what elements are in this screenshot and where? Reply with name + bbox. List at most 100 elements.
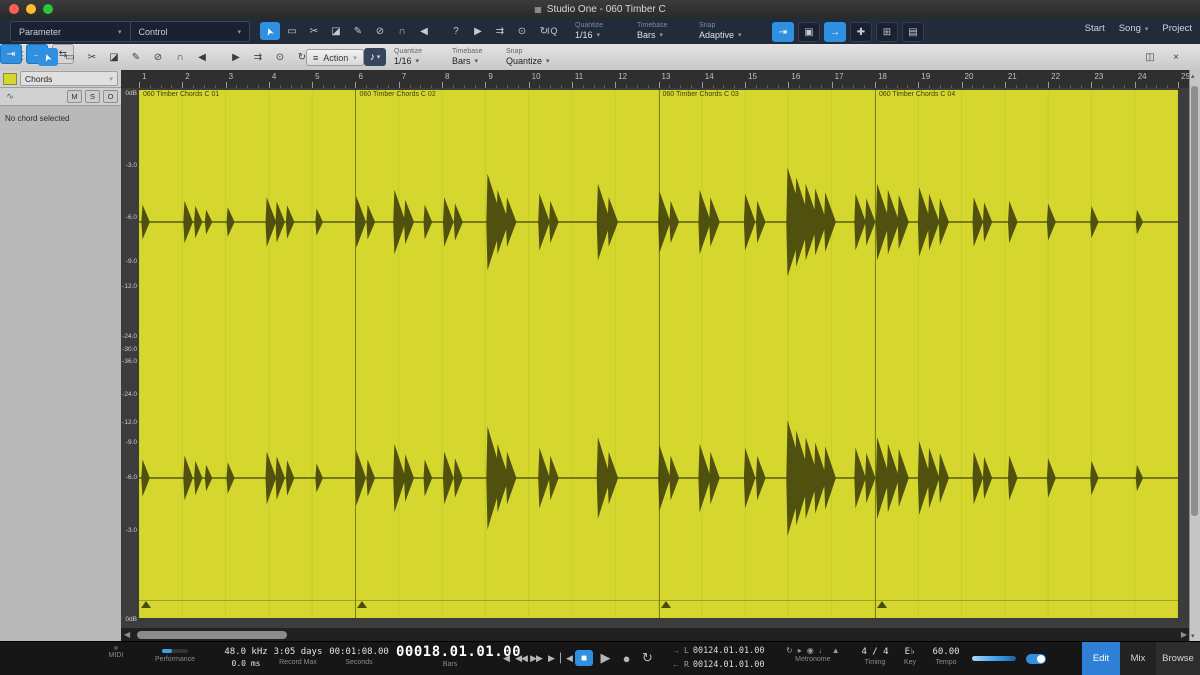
volume-tool[interactable]: ◀ bbox=[192, 48, 212, 66]
monitor-toggle[interactable] bbox=[1026, 654, 1046, 664]
record-button[interactable]: ● bbox=[617, 649, 635, 667]
click-icon[interactable]: ♩ bbox=[819, 646, 827, 655]
scroll-down-icon[interactable]: ▾ bbox=[1191, 632, 1195, 640]
zoom-window-button[interactable] bbox=[43, 4, 53, 14]
dock-icon[interactable]: ▣ bbox=[798, 22, 820, 42]
listen-tool[interactable]: ∩ bbox=[170, 48, 190, 66]
arrow-tool[interactable]: ➤ bbox=[260, 22, 280, 40]
rewind-button[interactable]: ◀◀ bbox=[515, 649, 528, 667]
arrow-tool[interactable]: ➤ bbox=[38, 48, 58, 66]
browse-view-button[interactable]: Browse bbox=[1156, 642, 1200, 675]
off-button[interactable]: O bbox=[103, 90, 118, 103]
project-page-button[interactable]: Project bbox=[1162, 23, 1192, 34]
vertical-scroll-thumb[interactable] bbox=[1191, 86, 1198, 516]
horizontal-scroll-thumb[interactable] bbox=[137, 631, 287, 639]
time-signature-display[interactable]: 4 / 4 Timing bbox=[858, 646, 892, 668]
mix-view-button[interactable]: Mix bbox=[1120, 642, 1156, 675]
action-loop-icon: ↻ bbox=[297, 51, 307, 63]
precount-icon[interactable]: ▸ bbox=[798, 646, 802, 655]
listen-tool[interactable]: ∩ bbox=[392, 22, 412, 40]
editor-quantize-dropdown[interactable]: Quantize 1/16 ▾ bbox=[394, 47, 422, 66]
dock-panel-icon[interactable]: ◫ bbox=[1140, 48, 1160, 66]
range-tool[interactable]: ▭ bbox=[282, 22, 302, 40]
prev-marker-button[interactable]: ◀ bbox=[500, 649, 512, 667]
scroll-left-icon[interactable]: ◀ bbox=[124, 630, 130, 639]
record-max-display: 3:05 days Record Max bbox=[272, 646, 324, 668]
close-icon[interactable]: × bbox=[1166, 48, 1186, 66]
keyboard-icon[interactable]: ▤ bbox=[902, 22, 924, 42]
quantize-dropdown[interactable]: Quantize 1/16 ▾ bbox=[575, 21, 603, 41]
action-menu-button[interactable]: ≡ Action ▾ bbox=[306, 49, 364, 66]
start-page-button[interactable]: Start bbox=[1085, 23, 1105, 34]
play-from-cursor-icon[interactable]: ▶ bbox=[468, 22, 488, 40]
close-window-button[interactable] bbox=[9, 4, 19, 14]
split-tool[interactable]: ✂ bbox=[82, 48, 102, 66]
edit-view-button[interactable]: Edit bbox=[1082, 642, 1120, 675]
solo-button[interactable]: S bbox=[85, 90, 100, 103]
parameter-dropdown[interactable]: Parameter ▾ bbox=[11, 22, 131, 41]
grid-layout-icon[interactable]: ⊞ bbox=[876, 22, 898, 42]
eraser-tool[interactable]: ◪ bbox=[104, 48, 124, 66]
track-name-dropdown[interactable]: Chords ▾ bbox=[20, 71, 118, 86]
autoscroll-icon[interactable]: ⇉ bbox=[248, 48, 268, 66]
loop-button[interactable]: ↻ bbox=[638, 649, 656, 667]
stop-button[interactable]: ■ bbox=[575, 650, 593, 666]
output-level-slider[interactable] bbox=[972, 656, 1016, 661]
crosshair-icon[interactable]: ✚ bbox=[850, 22, 872, 42]
snap-dropdown[interactable]: Snap Adaptive ▾ bbox=[699, 21, 742, 41]
drag-handle-icon[interactable]: ⋮⋮ bbox=[6, 49, 28, 62]
performance-meter[interactable]: Performance bbox=[138, 646, 212, 665]
main-time-display[interactable]: 00018.01.01.00 Bars bbox=[396, 645, 521, 670]
zoom-icon[interactable]: ⊙ bbox=[512, 22, 532, 40]
metronome-section[interactable]: ↻ ▸ ◉ ♩ ▲ Metronome bbox=[786, 646, 840, 665]
zoom-icon[interactable]: ⊙ bbox=[270, 48, 290, 66]
scroll-up-icon[interactable]: ▴ bbox=[1191, 72, 1195, 80]
loop-right-value: 00124.01.01.00 bbox=[692, 660, 765, 670]
snap-toggle-icon[interactable]: ⇥ bbox=[772, 22, 794, 42]
tap-tempo-icon[interactable]: ↻ bbox=[786, 646, 793, 655]
vertical-scrollbar[interactable]: ▴ ▾ bbox=[1189, 70, 1200, 642]
split-tool[interactable]: ✂ bbox=[304, 22, 324, 40]
editor-timebase-dropdown[interactable]: Timebase Bars ▾ bbox=[452, 47, 482, 66]
audio-event-lane[interactable]: 060 Timber Chords C 01 060 Timber Chords … bbox=[139, 90, 1178, 618]
track-color-chip[interactable] bbox=[3, 72, 17, 85]
timebase-dropdown[interactable]: Timebase Bars ▾ bbox=[637, 21, 667, 41]
secondary-time-display[interactable]: 00:01:08.00 Seconds bbox=[328, 646, 390, 668]
mute-tool[interactable]: ⊘ bbox=[148, 48, 168, 66]
loop-locators[interactable]: → L 00124.01.01.00 ← R 00124.01.01.00 bbox=[672, 644, 764, 672]
mute-button[interactable]: M bbox=[67, 90, 82, 103]
accent-icon[interactable]: ▲ bbox=[832, 646, 840, 655]
volume-tool[interactable]: ◀ bbox=[414, 22, 434, 40]
event-fade-handle[interactable] bbox=[357, 601, 368, 608]
next-marker-button[interactable]: ▶ bbox=[545, 649, 557, 667]
play-button[interactable]: ▶ bbox=[596, 649, 614, 667]
mute-tool[interactable]: ⊘ bbox=[370, 22, 390, 40]
key-display[interactable]: E♭ Key bbox=[898, 646, 922, 668]
song-page-button[interactable]: Song ▾ bbox=[1119, 23, 1149, 34]
quantize-note-button[interactable]: ♪ ▾ bbox=[364, 48, 386, 66]
help-icon[interactable]: ? bbox=[446, 22, 466, 40]
follow-playhead-icon[interactable]: → bbox=[824, 22, 846, 42]
scroll-right-icon[interactable]: ▶ bbox=[1181, 630, 1187, 639]
paint-tool[interactable]: ✎ bbox=[348, 22, 368, 40]
paint-tool[interactable]: ✎ bbox=[126, 48, 146, 66]
event-fade-handle[interactable] bbox=[876, 601, 887, 608]
metronome-record-icon[interactable]: ◉ bbox=[807, 646, 814, 655]
tempo-display[interactable]: 60.00 Tempo bbox=[926, 646, 966, 668]
eraser-tool[interactable]: ◪ bbox=[326, 22, 346, 40]
db-scale: 0dB 0dB -3.0 -6.0 -9.0 -12.0 -24.0 -30.0 -36.0 -2… bbox=[121, 88, 139, 628]
event-fade-handle[interactable] bbox=[141, 601, 151, 608]
input-quantize-button[interactable]: IQ bbox=[547, 26, 559, 36]
db-scale-label: -9.0 bbox=[125, 439, 137, 446]
horizontal-scrollbar[interactable]: ◀ ▶ bbox=[121, 628, 1190, 642]
play-from-cursor-icon[interactable]: ▶ bbox=[226, 48, 246, 66]
minimize-window-button[interactable] bbox=[26, 4, 36, 14]
control-dropdown[interactable]: Control ▾ bbox=[131, 22, 250, 41]
return-to-zero-button[interactable]: ▏◀ bbox=[560, 649, 573, 667]
range-tool[interactable]: ▭ bbox=[60, 48, 80, 66]
autoscroll-icon[interactable]: ⇉ bbox=[490, 22, 510, 40]
event-fade-handle[interactable] bbox=[660, 601, 671, 608]
fast-forward-button[interactable]: ▶▶ bbox=[530, 649, 543, 667]
editor-snap-dropdown[interactable]: Snap Quantize ▾ bbox=[506, 47, 550, 66]
timeline-ruler[interactable]: 1 2 3 4 5 6 7 8 9 10 11 12 13 14 15 16 17 18 19 20 21 22 23 24 2… bbox=[121, 70, 1190, 89]
